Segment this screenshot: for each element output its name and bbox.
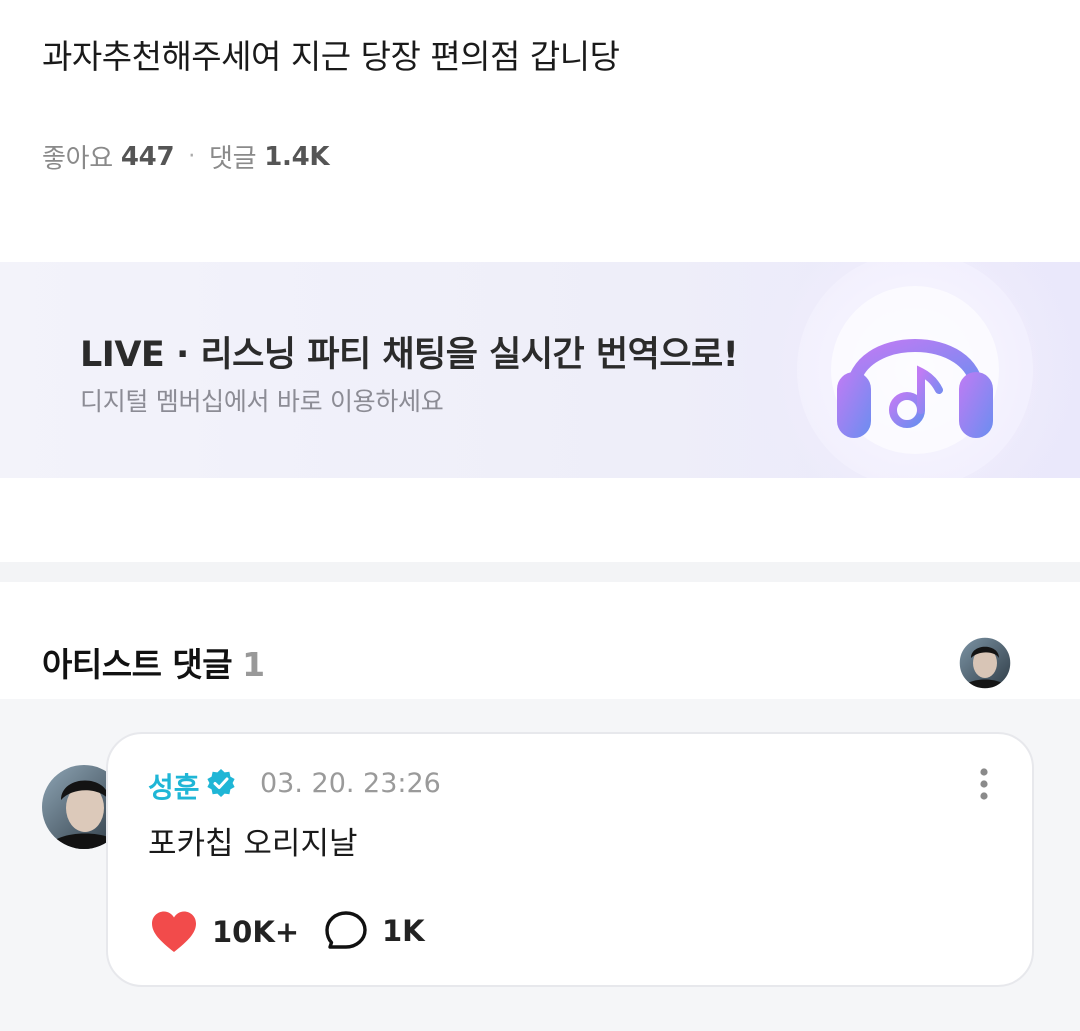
comments-count[interactable]: 1.4K <box>264 142 329 172</box>
heart-icon <box>152 911 196 952</box>
artist-comments-count: 1 <box>242 645 265 684</box>
comments-label[interactable]: 댓글 <box>209 138 257 175</box>
comment-timestamp: 03. 20. 23:26 <box>260 768 441 799</box>
comment-text: 포카칩 오리지날 <box>148 826 358 862</box>
reply-count: 1K <box>382 914 425 948</box>
artist-avatar-small[interactable] <box>958 636 1012 690</box>
post-title: 과자추천해주세여 지근 당장 편의점 갑니당 <box>42 37 620 76</box>
likes-count[interactable]: 447 <box>121 142 175 172</box>
like-count: 10K+ <box>212 915 300 949</box>
promo-banner[interactable]: LIVE · 리스닝 파티 채팅을 실시간 번역으로! 디지털 멤버십에서 바로… <box>0 262 1080 478</box>
banner-subtitle: 디지털 멤버십에서 바로 이용하세요 <box>80 387 444 416</box>
banner-title: LIVE · 리스닝 파티 채팅을 실시간 번역으로! <box>80 335 739 375</box>
headphones-music-note-icon <box>740 262 1080 478</box>
reply-button[interactable]: 1K <box>324 910 425 952</box>
artist-comments-label: 아티스트 댓글 <box>42 645 233 684</box>
like-button[interactable]: 10K+ <box>150 910 299 954</box>
artist-comments-title: 아티스트 댓글 1 <box>42 638 265 686</box>
stats-separator: · <box>188 144 195 169</box>
likes-label[interactable]: 좋아요 <box>42 138 113 175</box>
speech-bubble-icon <box>325 911 367 949</box>
verified-badge-icon <box>207 769 235 797</box>
more-options-icon[interactable] <box>972 766 996 802</box>
section-divider <box>0 562 1080 582</box>
comment-author[interactable]: 성훈 <box>148 766 200 806</box>
post-stats: 좋아요 447 · 댓글 1.4K <box>42 138 330 175</box>
